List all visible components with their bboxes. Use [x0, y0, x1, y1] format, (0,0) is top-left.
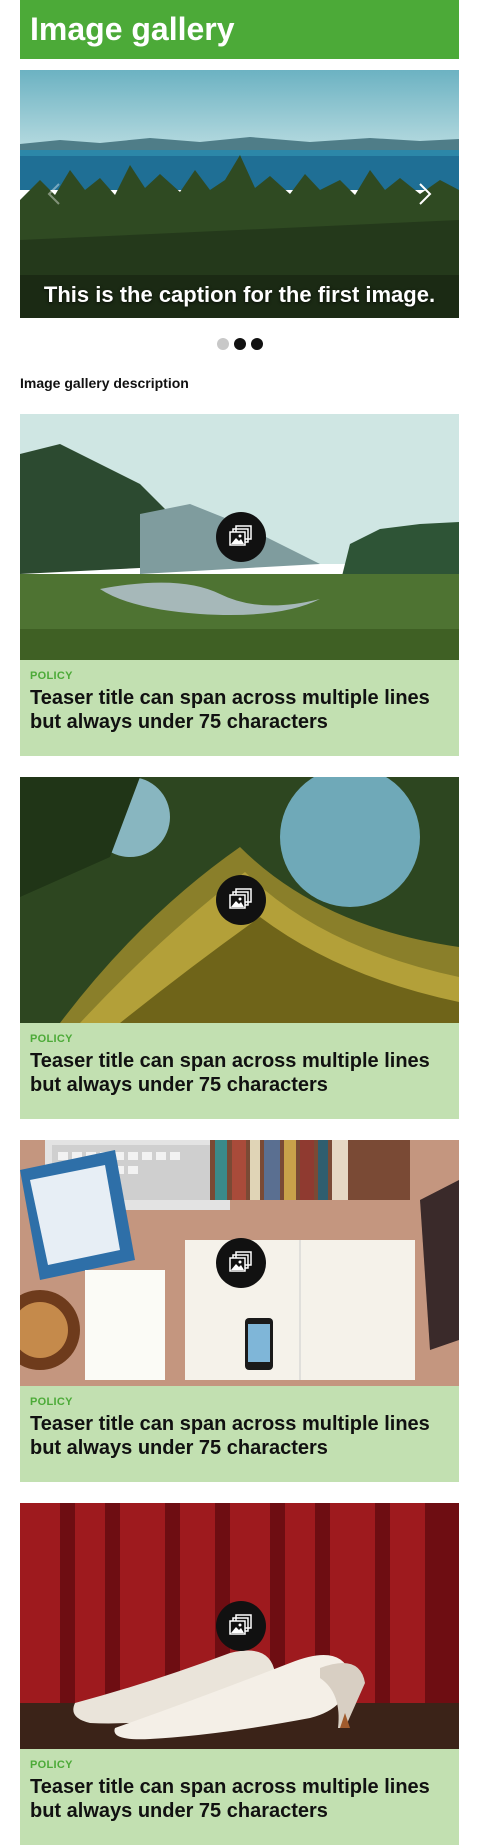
gallery-card[interactable]: POLICY Teaser title can span across mult… [20, 1140, 459, 1482]
card-body: POLICY Teaser title can span across mult… [20, 660, 459, 756]
gallery-card[interactable]: POLICY Teaser title can span across mult… [20, 1503, 459, 1845]
card-body: POLICY Teaser title can span across mult… [20, 1023, 459, 1119]
carousel-prev-button[interactable] [42, 176, 66, 212]
carousel-dot-2[interactable] [233, 338, 246, 350]
gallery-card[interactable]: POLICY Teaser title can span across mult… [20, 414, 459, 756]
card-category: POLICY [30, 1033, 73, 1045]
gallery-description: Image gallery description [20, 375, 189, 391]
carousel-image [20, 70, 459, 318]
gallery-card[interactable]: POLICY Teaser title can span across mult… [20, 777, 459, 1119]
gallery-icon [216, 1601, 266, 1651]
image-carousel[interactable]: This is the caption for the first image. [20, 70, 459, 318]
page-header: Image gallery [20, 0, 459, 59]
card-body: POLICY Teaser title can span across mult… [20, 1386, 459, 1482]
chevron-right-icon [419, 183, 432, 205]
card-image [20, 1140, 459, 1386]
card-body: POLICY Teaser title can span across mult… [20, 1749, 459, 1845]
card-image [20, 414, 459, 660]
card-title[interactable]: Teaser title can span across multiple li… [30, 1049, 450, 1097]
carousel-dot-3[interactable] [250, 338, 263, 350]
card-image [20, 777, 459, 1023]
card-title[interactable]: Teaser title can span across multiple li… [30, 686, 450, 734]
page-title: Image gallery [30, 11, 235, 47]
carousel-caption: This is the caption for the first image. [43, 282, 436, 307]
gallery-icon [216, 1238, 266, 1288]
gallery-icon [216, 512, 266, 562]
card-title[interactable]: Teaser title can span across multiple li… [30, 1775, 450, 1823]
carousel-dot-1[interactable] [216, 338, 229, 350]
card-category: POLICY [30, 1759, 73, 1771]
card-title[interactable]: Teaser title can span across multiple li… [30, 1412, 450, 1460]
card-category: POLICY [30, 1396, 73, 1408]
chevron-left-icon [47, 183, 60, 205]
carousel-next-button[interactable] [413, 176, 437, 212]
gallery-icon [216, 875, 266, 925]
card-category: POLICY [30, 670, 73, 682]
carousel-pagination [20, 338, 459, 350]
card-image [20, 1503, 459, 1749]
